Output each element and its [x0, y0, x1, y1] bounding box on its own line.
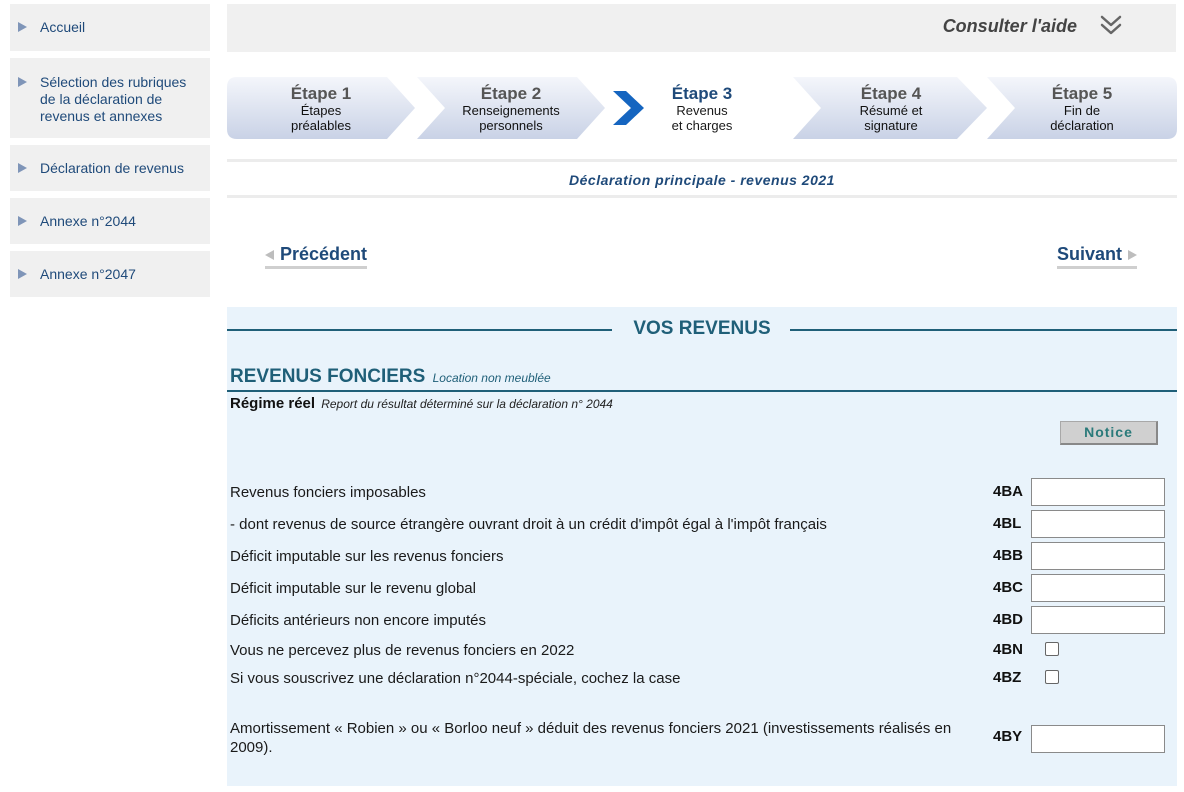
step-title: Étape 4	[860, 84, 922, 103]
sidebar-item-declaration[interactable]: Déclaration de revenus	[10, 145, 210, 191]
step-4: Étape 4 Résumé et signature	[793, 77, 989, 139]
input-4bb[interactable]	[1031, 542, 1165, 570]
step-2: Étape 2 Renseignements personnels	[417, 77, 605, 139]
sidebar: Accueil Sélection des rubriques de la dé…	[10, 4, 210, 304]
field-row-4bc: Déficit imputable sur le revenu global 4…	[230, 573, 1170, 603]
declaration-subtitle-band: Déclaration principale - revenus 2021	[227, 159, 1177, 198]
field-row-4ba: Revenus fonciers imposables 4BA	[230, 477, 1170, 507]
sidebar-item-label: Annexe n°2044	[40, 213, 136, 229]
input-4bc[interactable]	[1031, 574, 1165, 602]
previous-button[interactable]: Précédent	[265, 244, 368, 269]
field-label: Amortissement « Robien » ou « Borloo neu…	[230, 720, 952, 756]
sidebar-item-label: Annexe n°2047	[40, 266, 136, 282]
field-row-4bd: Déficits antérieurs non encore imputés 4…	[230, 605, 1170, 635]
step-subtitle: Étapes	[300, 103, 342, 118]
triangle-right-icon	[18, 22, 27, 32]
sidebar-item-annexe-2047[interactable]: Annexe n°2047	[10, 251, 210, 297]
next-label: Suivant	[1057, 244, 1123, 264]
revenus-panel: VOS REVENUS REVENUS FONCIERS Location no…	[227, 307, 1177, 786]
field-code: 4BC	[993, 579, 1024, 596]
input-4by[interactable]	[1031, 725, 1165, 753]
heading-subtext: Location non meublée	[432, 371, 551, 385]
step-subtitle: personnels	[479, 118, 543, 133]
divider	[227, 390, 1177, 392]
heading-text: REVENUS FONCIERS	[230, 366, 426, 387]
triangle-right-icon	[18, 163, 27, 173]
step-subtitle: déclaration	[1050, 118, 1114, 133]
notice-button[interactable]: Notice	[1060, 421, 1158, 445]
field-row-4bb: Déficit imputable sur les revenus foncie…	[230, 541, 1170, 571]
step-subtitle: Résumé et	[859, 103, 923, 118]
step-title: Étape 2	[480, 84, 542, 103]
field-label: Déficit imputable sur les revenus foncie…	[230, 548, 504, 565]
field-row-4bn: Vous ne percevez plus de revenus foncier…	[230, 639, 1170, 661]
field-label: Déficit imputable sur le revenu global	[230, 580, 476, 597]
step-3: Étape 3 Revenus et charges	[607, 77, 797, 139]
step-title: Étape 3	[671, 84, 733, 103]
sidebar-item-accueil[interactable]: Accueil	[10, 4, 210, 51]
step-subtitle: et charges	[671, 118, 733, 133]
step-title: Étape 1	[290, 84, 352, 103]
field-label: Déficits antérieurs non encore imputés	[230, 612, 486, 629]
field-label: Si vous souscrivez une déclaration n°204…	[230, 670, 681, 687]
input-4bd[interactable]	[1031, 606, 1165, 634]
step-5: Étape 5 Fin de déclaration	[987, 77, 1177, 139]
step-subtitle: Renseignements	[462, 103, 560, 118]
triangle-left-icon	[265, 249, 274, 260]
step-title: Étape 5	[1051, 84, 1113, 103]
help-bar: Consulter l'aide	[227, 4, 1176, 52]
step-subtitle: Fin de	[1063, 103, 1101, 118]
field-code: 4BN	[993, 641, 1024, 658]
sidebar-item-label: Accueil	[40, 19, 86, 35]
input-4ba[interactable]	[1031, 478, 1165, 506]
regime-text: Régime réel	[230, 395, 316, 412]
double-chevron-down-icon[interactable]	[1098, 13, 1124, 39]
triangle-right-icon	[1128, 249, 1138, 260]
step-subtitle: préalables	[291, 118, 351, 133]
next-button[interactable]: Suivant	[1057, 244, 1138, 269]
regime-heading: Régime réel Report du résultat déterminé…	[230, 395, 613, 412]
field-label: Revenus fonciers imposables	[230, 484, 426, 501]
sidebar-item-label: Sélection des rubriques de la déclaratio…	[40, 74, 187, 124]
regime-subtext: Report du résultat déterminé sur la décl…	[321, 397, 613, 411]
steps-progress: Étape 1 Étapes préalables Étape 2 Rensei…	[227, 77, 1177, 139]
field-row-4bl: - dont revenus de source étrangère ouvra…	[230, 509, 1170, 539]
field-label: Vous ne percevez plus de revenus foncier…	[230, 642, 575, 659]
field-row-4bz: Si vous souscrivez une déclaration n°204…	[230, 667, 1170, 689]
previous-label: Précédent	[280, 244, 368, 264]
field-row-4by: Amortissement « Robien » ou « Borloo neu…	[230, 717, 1170, 761]
field-code: 4BD	[993, 611, 1024, 628]
triangle-right-icon	[18, 216, 27, 226]
declaration-subtitle: Déclaration principale - revenus 2021	[569, 172, 835, 188]
sidebar-item-selection-rubriques[interactable]: Sélection des rubriques de la déclaratio…	[10, 58, 210, 138]
triangle-right-icon	[18, 77, 27, 87]
field-code: 4BA	[993, 483, 1024, 500]
section-title-bar: VOS REVENUS	[227, 317, 1177, 341]
field-code: 4BB	[993, 547, 1024, 564]
step-1: Étape 1 Étapes préalables	[227, 77, 415, 139]
field-label: - dont revenus de source étrangère ouvra…	[230, 516, 827, 533]
checkbox-4bn[interactable]	[1045, 642, 1059, 656]
step-subtitle: Revenus	[676, 103, 728, 118]
sidebar-item-annexe-2044[interactable]: Annexe n°2044	[10, 198, 210, 244]
step-subtitle: signature	[864, 118, 918, 133]
divider	[790, 329, 1177, 331]
input-4bl[interactable]	[1031, 510, 1165, 538]
sidebar-item-label: Déclaration de revenus	[40, 160, 184, 176]
checkbox-4bz[interactable]	[1045, 670, 1059, 684]
triangle-right-icon	[18, 269, 27, 279]
field-code: 4BL	[993, 515, 1022, 532]
field-code: 4BZ	[993, 669, 1022, 686]
field-code: 4BY	[993, 728, 1023, 745]
help-link[interactable]: Consulter l'aide	[943, 16, 1077, 37]
revenus-fonciers-heading: REVENUS FONCIERS Location non meublée	[230, 366, 551, 388]
